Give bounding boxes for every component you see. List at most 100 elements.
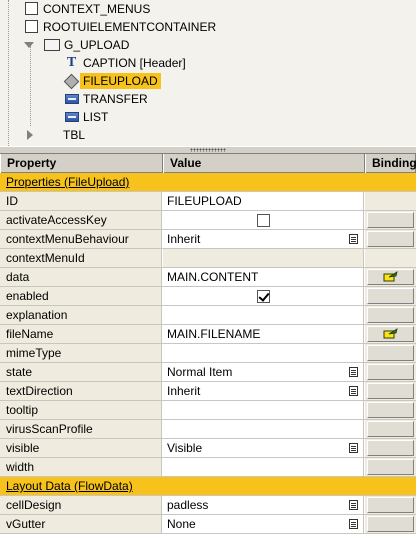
prop-value-dropdown[interactable]: Visible [163, 439, 364, 457]
prop-value-input[interactable]: MAIN.FILENAME [163, 325, 364, 343]
prop-name: ID [0, 192, 162, 210]
binding-button[interactable] [367, 364, 414, 380]
dropdown-value: Normal Item [167, 365, 233, 379]
prop-name: visible [0, 439, 162, 457]
tree-item-transfer[interactable]: TRANSFER [0, 90, 416, 108]
binding-button[interactable] [367, 326, 414, 342]
prop-row-mimetype[interactable]: mimeType [0, 344, 416, 363]
tree-item-fileupload[interactable]: FILEUPLOAD [0, 72, 416, 90]
prop-value-dropdown[interactable]: Inherit [163, 230, 364, 248]
value-help-icon[interactable] [349, 500, 358, 510]
prop-row-explanation[interactable]: explanation [0, 306, 416, 325]
expand-right-icon[interactable] [27, 130, 33, 140]
tree-item-label: TBL [63, 128, 86, 142]
prop-value-dropdown[interactable]: None [163, 515, 364, 533]
prop-value-cell [163, 287, 364, 305]
prop-row-contextmenubehaviour[interactable]: contextMenuBehaviour Inherit [0, 230, 416, 249]
binding-button[interactable] [367, 516, 414, 532]
value-help-icon[interactable] [349, 367, 358, 377]
section-properties[interactable]: Properties (FileUpload) [0, 173, 416, 192]
section-layout-data[interactable]: Layout Data (FlowData) [0, 477, 416, 496]
binding-cell [365, 268, 416, 286]
prop-value-input[interactable] [163, 420, 364, 438]
tree-item-g-upload[interactable]: G_UPLOAD [0, 36, 416, 54]
prop-row-visible[interactable]: visible Visible [0, 439, 416, 458]
prop-row-state[interactable]: state Normal Item [0, 363, 416, 382]
prop-name: cellDesign [0, 496, 162, 514]
binding-button[interactable] [367, 440, 414, 456]
binding-cell [365, 287, 416, 305]
prop-name: state [0, 363, 162, 381]
prop-value-input[interactable] [163, 306, 364, 324]
column-header-binding[interactable]: Binding [365, 154, 416, 173]
tree-item-rootuielementcontainer[interactable]: ROOTUIELEMENTCONTAINER [0, 18, 416, 36]
binding-cell [365, 439, 416, 457]
prop-row-data[interactable]: data MAIN.CONTENT [0, 268, 416, 287]
dropdown-value: None [167, 517, 196, 531]
value-help-icon[interactable] [349, 234, 358, 244]
caption-text-icon: T [66, 55, 77, 70]
column-header-property[interactable]: Property [0, 154, 163, 173]
prop-row-tooltip[interactable]: tooltip [0, 401, 416, 420]
prop-row-activateaccesskey[interactable]: activateAccessKey [0, 211, 416, 230]
property-grid: Property Value Binding Properties (FileU… [0, 154, 416, 534]
prop-value-input[interactable] [163, 458, 364, 476]
binding-button[interactable] [367, 269, 414, 285]
binding-cell [365, 325, 416, 343]
prop-value-dropdown[interactable]: Inherit [163, 382, 364, 400]
tree-item-list[interactable]: LIST [0, 108, 416, 126]
binding-button[interactable] [367, 212, 414, 228]
prop-value-input[interactable] [163, 401, 364, 419]
prop-name: tooltip [0, 401, 162, 419]
prop-name: textDirection [0, 382, 162, 400]
prop-row-contextmenuid[interactable]: contextMenuId [0, 249, 416, 268]
binding-button[interactable] [367, 459, 414, 475]
prop-value-dropdown[interactable]: padless [163, 496, 364, 514]
element-tree: CONTEXT_MENUS ROOTUIELEMENTCONTAINER G_U… [0, 0, 416, 293]
binding-button[interactable] [367, 497, 414, 513]
value-help-icon[interactable] [349, 519, 358, 529]
prop-name: width [0, 458, 162, 476]
prop-row-id[interactable]: ID FILEUPLOAD [0, 192, 416, 211]
prop-value-readonly [163, 249, 364, 267]
prop-row-enabled[interactable]: enabled [0, 287, 416, 306]
tree-item-context-menus[interactable]: CONTEXT_MENUS [0, 0, 416, 18]
binding-button[interactable] [367, 288, 414, 304]
value-help-icon[interactable] [349, 386, 358, 396]
button-element-icon [65, 94, 79, 104]
binding-cell [365, 382, 416, 400]
prop-row-filename[interactable]: fileName MAIN.FILENAME [0, 325, 416, 344]
tree-item-label: G_UPLOAD [64, 38, 130, 52]
binding-button[interactable] [367, 402, 414, 418]
enabled-checkbox[interactable] [257, 290, 270, 303]
column-header-value[interactable]: Value [163, 154, 365, 173]
dropdown-value: Inherit [167, 384, 201, 398]
activate-access-key-checkbox[interactable] [257, 214, 270, 227]
binding-button[interactable] [367, 231, 414, 247]
prop-value-dropdown[interactable]: Normal Item [163, 363, 364, 381]
prop-value-input[interactable]: MAIN.CONTENT [163, 268, 364, 286]
binding-cell [365, 496, 416, 514]
binding-button[interactable] [367, 345, 414, 361]
prop-row-celldesign[interactable]: cellDesign padless [0, 496, 416, 515]
binding-button[interactable] [367, 383, 414, 399]
prop-name: mimeType [0, 344, 162, 362]
binding-cell [365, 306, 416, 324]
tree-item-tbl[interactable]: TBL [0, 126, 416, 293]
prop-row-vgutter[interactable]: vGutter None [0, 515, 416, 534]
prop-row-virusscanprofile[interactable]: virusScanProfile [0, 420, 416, 439]
prop-row-width[interactable]: width [0, 458, 416, 477]
pane-splitter[interactable] [0, 146, 416, 154]
binding-button[interactable] [367, 421, 414, 437]
expand-down-icon[interactable] [24, 42, 34, 48]
bound-context-icon [383, 271, 398, 282]
prop-name: data [0, 268, 162, 286]
binding-button[interactable] [367, 307, 414, 323]
binding-cell [365, 249, 416, 267]
prop-value-input[interactable]: FILEUPLOAD [163, 192, 364, 210]
prop-row-textdirection[interactable]: textDirection Inherit [0, 382, 416, 401]
value-help-icon[interactable] [349, 443, 358, 453]
tree-item-caption[interactable]: T CAPTION [Header] [0, 54, 416, 72]
splitter-grip-icon[interactable] [190, 148, 226, 152]
prop-value-input[interactable] [163, 344, 364, 362]
